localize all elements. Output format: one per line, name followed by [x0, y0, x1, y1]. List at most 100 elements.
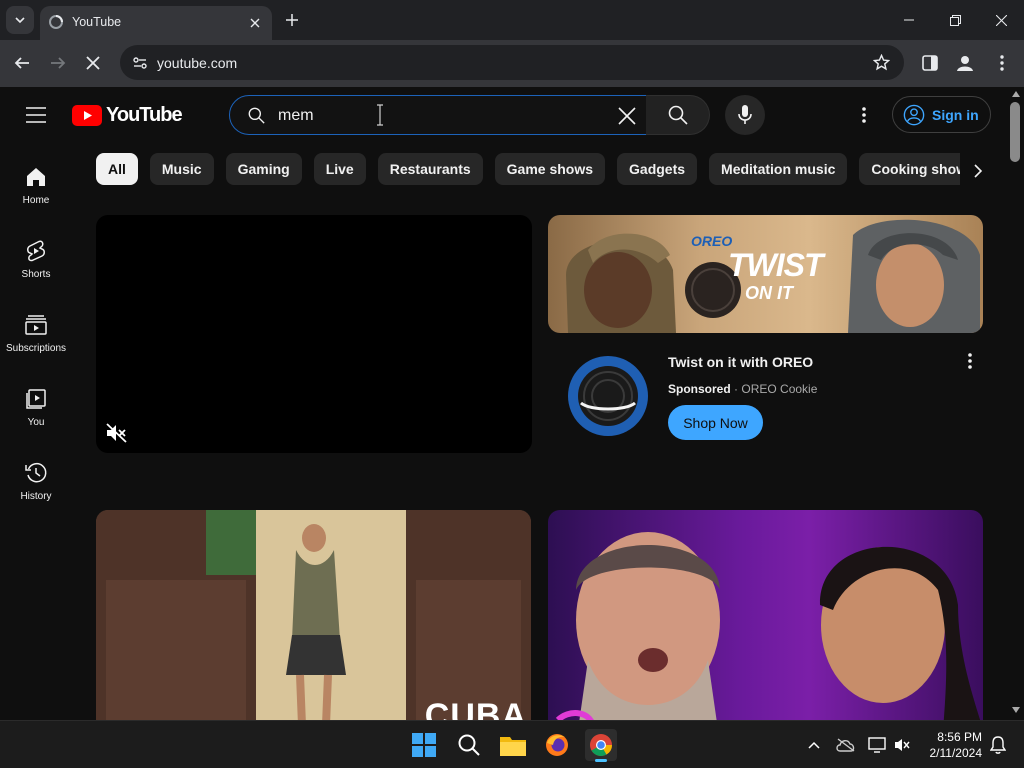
mute-toggle-button[interactable]: [106, 423, 128, 448]
browser-tab-youtube[interactable]: YouTube: [40, 6, 272, 40]
featured-video-player[interactable]: [96, 215, 532, 453]
volume-button[interactable]: [886, 729, 918, 761]
firefox-button[interactable]: [541, 729, 573, 761]
sidebar-item-you[interactable]: You: [0, 383, 72, 447]
search-button[interactable]: [646, 95, 710, 135]
ad-slogan-sub-text: ON IT: [745, 283, 793, 303]
tab-title: YouTube: [72, 15, 122, 29]
clear-search-button[interactable]: [614, 103, 640, 129]
home-icon: [27, 168, 45, 186]
notifications-button[interactable]: [982, 729, 1014, 761]
sponsored-label: Sponsored: [668, 382, 731, 396]
close-icon: [995, 14, 1007, 26]
minimize-button[interactable]: [896, 8, 922, 32]
site-settings-icon[interactable]: [132, 55, 148, 71]
chip-meditation-music[interactable]: Meditation music: [709, 153, 848, 185]
side-panel-button[interactable]: [917, 50, 943, 76]
taskbar-search-button[interactable]: [453, 729, 485, 761]
chip-cooking-shows[interactable]: Cooking shows: [859, 153, 960, 185]
new-tab-button[interactable]: [282, 10, 302, 30]
tab-search-button[interactable]: [6, 6, 34, 34]
thumbnail-overlay-text: CUBA: [424, 697, 527, 720]
restore-icon: [949, 14, 961, 26]
chip-restaurants[interactable]: Restaurants: [377, 153, 483, 185]
ad-slogan-text: TWIST: [728, 247, 824, 283]
ad-channel-avatar[interactable]: [568, 356, 648, 436]
file-explorer-button[interactable]: [497, 729, 529, 761]
browser-tab-bar: YouTube: [0, 0, 1024, 40]
profile-button[interactable]: [952, 50, 978, 76]
chip-all[interactable]: All: [96, 153, 138, 185]
sidebar-item-subscriptions[interactable]: Subscriptions: [0, 309, 72, 373]
settings-more-button[interactable]: [852, 103, 876, 127]
youtube-play-logo-icon: [72, 104, 102, 126]
microphone-icon: [738, 105, 752, 124]
onedrive-button[interactable]: [830, 729, 862, 761]
bell-icon: [990, 736, 1006, 754]
system-clock[interactable]: 8:56 PM 2/11/2024: [918, 729, 983, 761]
clock-time: 8:56 PM: [937, 730, 982, 744]
windows-taskbar: 8:56 PM 2/11/2024: [0, 720, 1024, 768]
ad-thumbnail[interactable]: OREO TWIST ON IT: [548, 215, 983, 333]
youtube-logo[interactable]: YouTube: [72, 104, 183, 126]
you-library-icon: [26, 389, 46, 409]
muted-speaker-icon: [106, 423, 127, 443]
close-icon: [618, 107, 636, 125]
guide-menu-button[interactable]: [24, 104, 48, 126]
ad-title[interactable]: Twist on it with OREO: [668, 354, 813, 370]
voice-search-button[interactable]: [725, 95, 765, 135]
tab-close-button[interactable]: [246, 14, 264, 32]
shop-now-button[interactable]: Shop Now: [668, 405, 763, 440]
chip-music[interactable]: Music: [149, 153, 214, 185]
restore-button[interactable]: [942, 8, 968, 32]
start-button[interactable]: [408, 729, 440, 761]
sidebar-item-shorts[interactable]: Shorts: [0, 235, 72, 299]
ad-meta: Sponsored · OREO Cookie: [668, 382, 817, 396]
video-thumbnail[interactable]: CUBA: [96, 510, 531, 720]
scroll-down-arrow-icon[interactable]: [1012, 707, 1020, 713]
volume-muted-icon: [895, 739, 910, 751]
search-input[interactable]: [278, 105, 598, 127]
sidebar-item-label: Shorts: [21, 269, 51, 280]
window-close-button[interactable]: [988, 8, 1014, 32]
firefox-icon: [546, 734, 568, 756]
chrome-menu-button[interactable]: [989, 50, 1015, 76]
profile-icon: [957, 56, 973, 71]
forward-button[interactable]: [45, 50, 71, 76]
address-bar[interactable]: youtube.com: [120, 45, 904, 80]
chip-gaming[interactable]: Gaming: [225, 153, 302, 185]
stop-loading-button[interactable]: [80, 50, 106, 76]
ad-more-options-button[interactable]: [960, 351, 980, 371]
ad-channel-name[interactable]: OREO Cookie: [741, 382, 817, 396]
chip-gadgets[interactable]: Gadgets: [617, 153, 698, 185]
hamburger-menu-icon: [26, 107, 46, 123]
chip-game-shows[interactable]: Game shows: [494, 153, 606, 185]
ad-brand-text: OREO: [691, 233, 733, 249]
search-icon: [248, 107, 265, 124]
chrome-icon: [590, 734, 612, 756]
scroll-up-arrow-icon[interactable]: [1012, 91, 1020, 97]
page-scrollbar[interactable]: [1008, 87, 1024, 720]
search-icon: [668, 105, 688, 125]
back-button[interactable]: [9, 50, 35, 76]
youtube-page: YouTube Sign in: [0, 87, 1024, 720]
sidebar-item-label: You: [27, 417, 45, 428]
video-thumbnail[interactable]: [548, 510, 983, 720]
chips-next-button[interactable]: [966, 159, 990, 183]
sidebar-item-label: Subscriptions: [5, 343, 67, 354]
sidebar-item-home[interactable]: Home: [0, 161, 72, 225]
arrow-left-icon: [14, 57, 29, 69]
more-vertical-icon: [968, 353, 972, 369]
history-icon: [25, 462, 47, 483]
show-hidden-icons-button[interactable]: [798, 729, 830, 761]
sidebar-item-label: Home: [22, 195, 50, 206]
search-box[interactable]: [229, 95, 647, 135]
chrome-taskbar-button[interactable]: [585, 729, 617, 762]
scrollbar-thumb[interactable]: [1010, 102, 1020, 162]
sign-in-button[interactable]: Sign in: [892, 96, 991, 133]
sidebar-item-history[interactable]: History: [0, 457, 72, 521]
chip-live[interactable]: Live: [313, 153, 366, 185]
shorts-icon: [27, 240, 45, 262]
bookmark-star-icon[interactable]: [873, 54, 890, 71]
more-vertical-icon: [1000, 55, 1004, 71]
